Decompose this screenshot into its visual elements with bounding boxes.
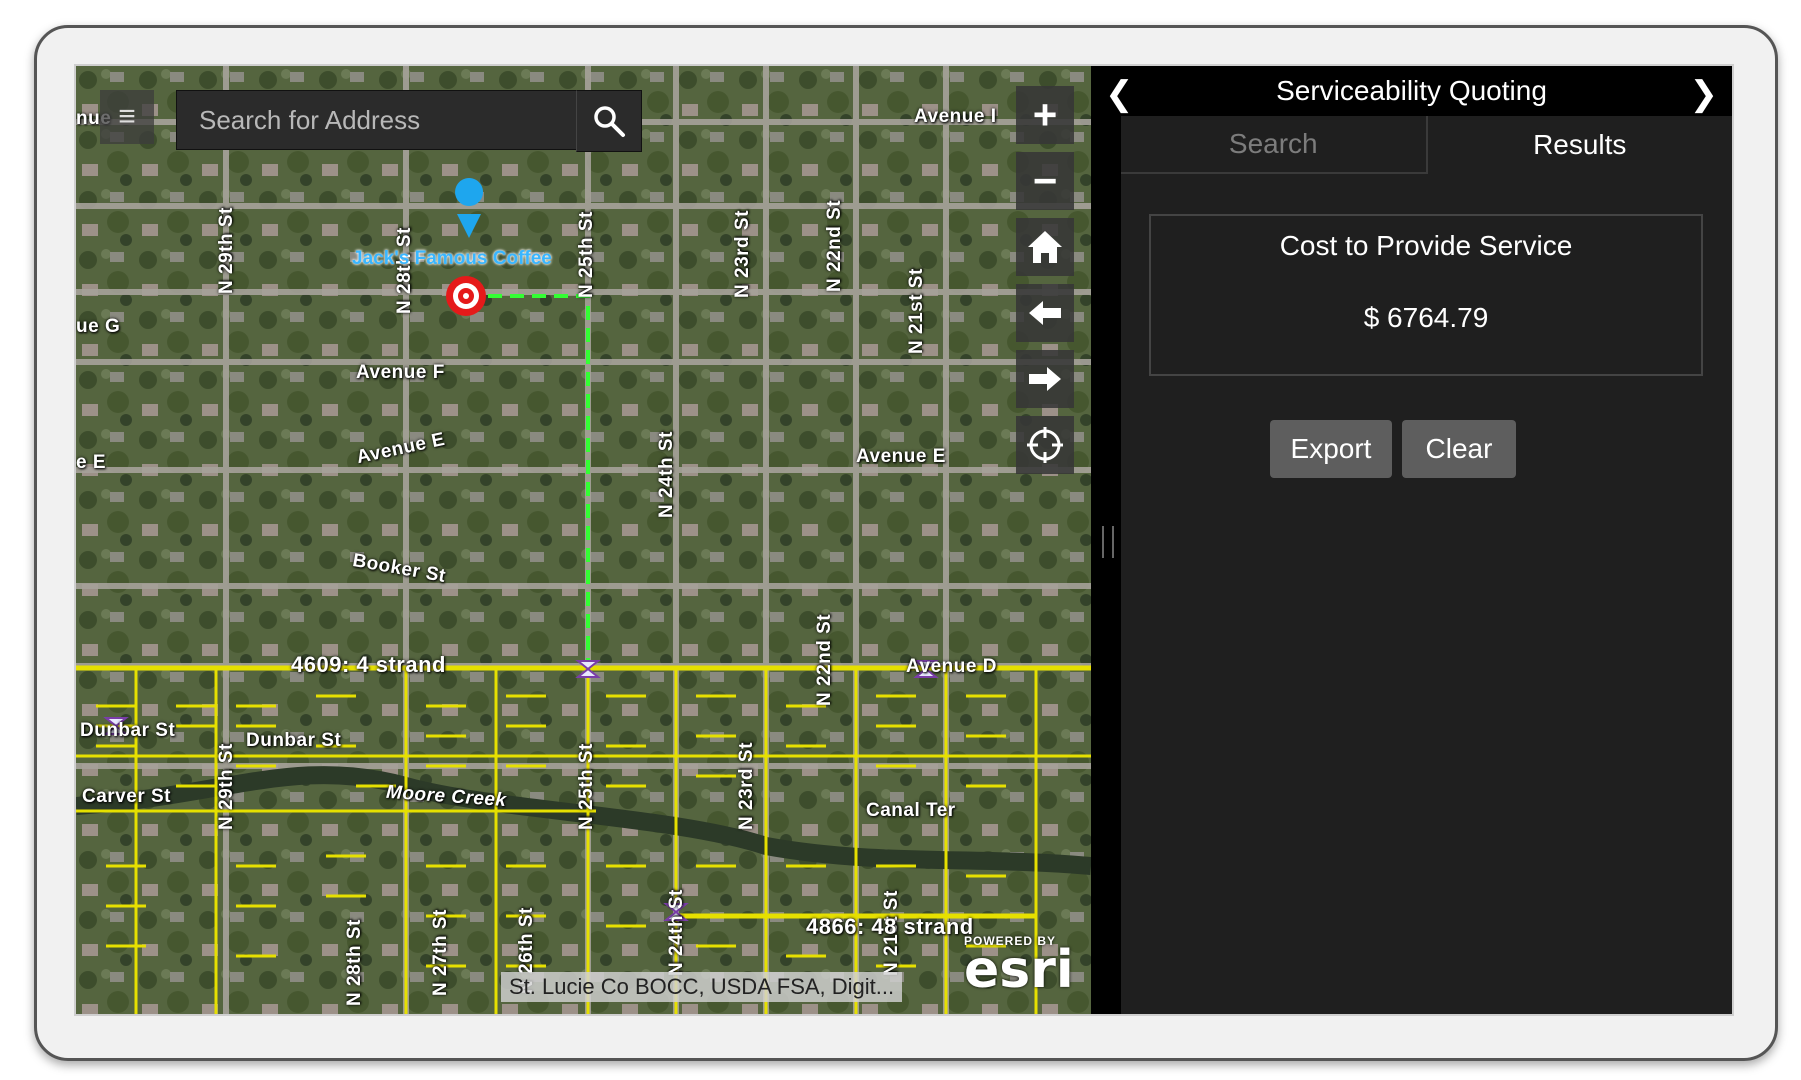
street-label: N 21st St <box>906 268 927 354</box>
street-label: N 23rd St <box>732 210 753 298</box>
map-controls: + − <box>1016 86 1074 474</box>
street-label: Avenue D <box>906 656 997 677</box>
clear-button[interactable]: Clear <box>1402 420 1516 478</box>
street-label: e E <box>76 452 107 473</box>
home-icon <box>1028 231 1062 263</box>
street-label: N 27th St <box>430 909 451 996</box>
street-label: N 25th St <box>576 743 597 830</box>
street-label: Dunbar St <box>80 720 176 741</box>
next-panel-button[interactable]: ❯ <box>1690 74 1719 114</box>
panel-splitter[interactable] <box>1091 66 1121 1014</box>
locate-icon <box>1027 427 1063 463</box>
menu-button[interactable]: ≡ <box>100 90 154 144</box>
next-extent-button[interactable] <box>1016 350 1074 408</box>
fiber-cable-label: 4609: 4 strand <box>291 652 446 677</box>
cost-title: Cost to Provide Service <box>1279 230 1573 261</box>
fiber-cable-label: 4866: 48 strand <box>806 914 974 939</box>
street-label: Carver St <box>82 786 171 807</box>
side-panel: ❮ Serviceability Quoting ❯ Search Result… <box>1091 66 1732 1014</box>
tab-results[interactable]: Results <box>1428 116 1733 174</box>
zoom-in-icon: + <box>1032 91 1058 138</box>
street-label: N 22nd St <box>814 613 835 706</box>
map-attribution: St. Lucie Co BOCC, USDA FSA, Digit... <box>501 972 903 1002</box>
panel-header: ❮ Serviceability Quoting ❯ <box>1091 66 1732 116</box>
back-arrow-icon <box>1029 301 1061 325</box>
street-label: N 28th St <box>394 227 415 314</box>
zoom-out-icon: − <box>1032 157 1058 204</box>
cost-result-card: Cost to Provide Service $ 6764.79 <box>1149 214 1703 376</box>
tab-search[interactable]: Search <box>1121 116 1428 174</box>
home-button[interactable] <box>1016 218 1074 276</box>
street-label: N 22nd St <box>824 199 845 292</box>
search-input[interactable] <box>177 91 577 149</box>
splitter-grip-icon <box>1102 526 1114 558</box>
zoom-out-button[interactable]: − <box>1016 152 1074 210</box>
street-label: N 24th St <box>666 889 687 976</box>
locate-button[interactable] <box>1016 416 1074 474</box>
street-label: Avenue E <box>856 446 946 467</box>
street-label: N 29th St <box>216 207 237 294</box>
street-label: Avenue F <box>356 362 445 383</box>
panel-title: Serviceability Quoting <box>1276 75 1547 106</box>
cost-value: $ 6764.79 <box>1363 302 1489 333</box>
street-label: Canal Ter <box>866 800 956 821</box>
menu-icon: ≡ <box>118 100 136 133</box>
street-label: N 29th St <box>216 743 237 830</box>
street-label: N 25th St <box>576 211 597 298</box>
export-button[interactable]: Export <box>1270 420 1392 478</box>
search-button[interactable] <box>576 90 642 152</box>
address-search <box>176 90 578 150</box>
street-label: ue G <box>76 316 121 337</box>
previous-panel-button[interactable]: ❮ <box>1105 74 1134 114</box>
esri-logo: POWERED BY esri <box>964 934 1074 1000</box>
street-label: N 28th St <box>344 919 365 1006</box>
street-label: Avenue I <box>914 106 997 127</box>
poi-label[interactable]: Jack's Famous Coffee <box>352 248 552 270</box>
street-label: N 23rd St <box>736 742 757 830</box>
panel-tabs: Search Results <box>1121 116 1732 174</box>
forward-arrow-icon <box>1029 367 1061 391</box>
previous-extent-button[interactable] <box>1016 284 1074 342</box>
esri-wordmark: esri <box>964 940 1074 1000</box>
map-view[interactable]: Avenue I Avenue F Avenue E Avenue E Aven… <box>76 66 1091 1014</box>
street-label: N 24th St <box>656 431 677 518</box>
street-label: Dunbar St <box>246 730 342 751</box>
app-screen: Avenue I Avenue F Avenue E Avenue E Aven… <box>74 64 1734 1016</box>
search-icon <box>594 106 625 137</box>
zoom-in-button[interactable]: + <box>1016 86 1074 144</box>
